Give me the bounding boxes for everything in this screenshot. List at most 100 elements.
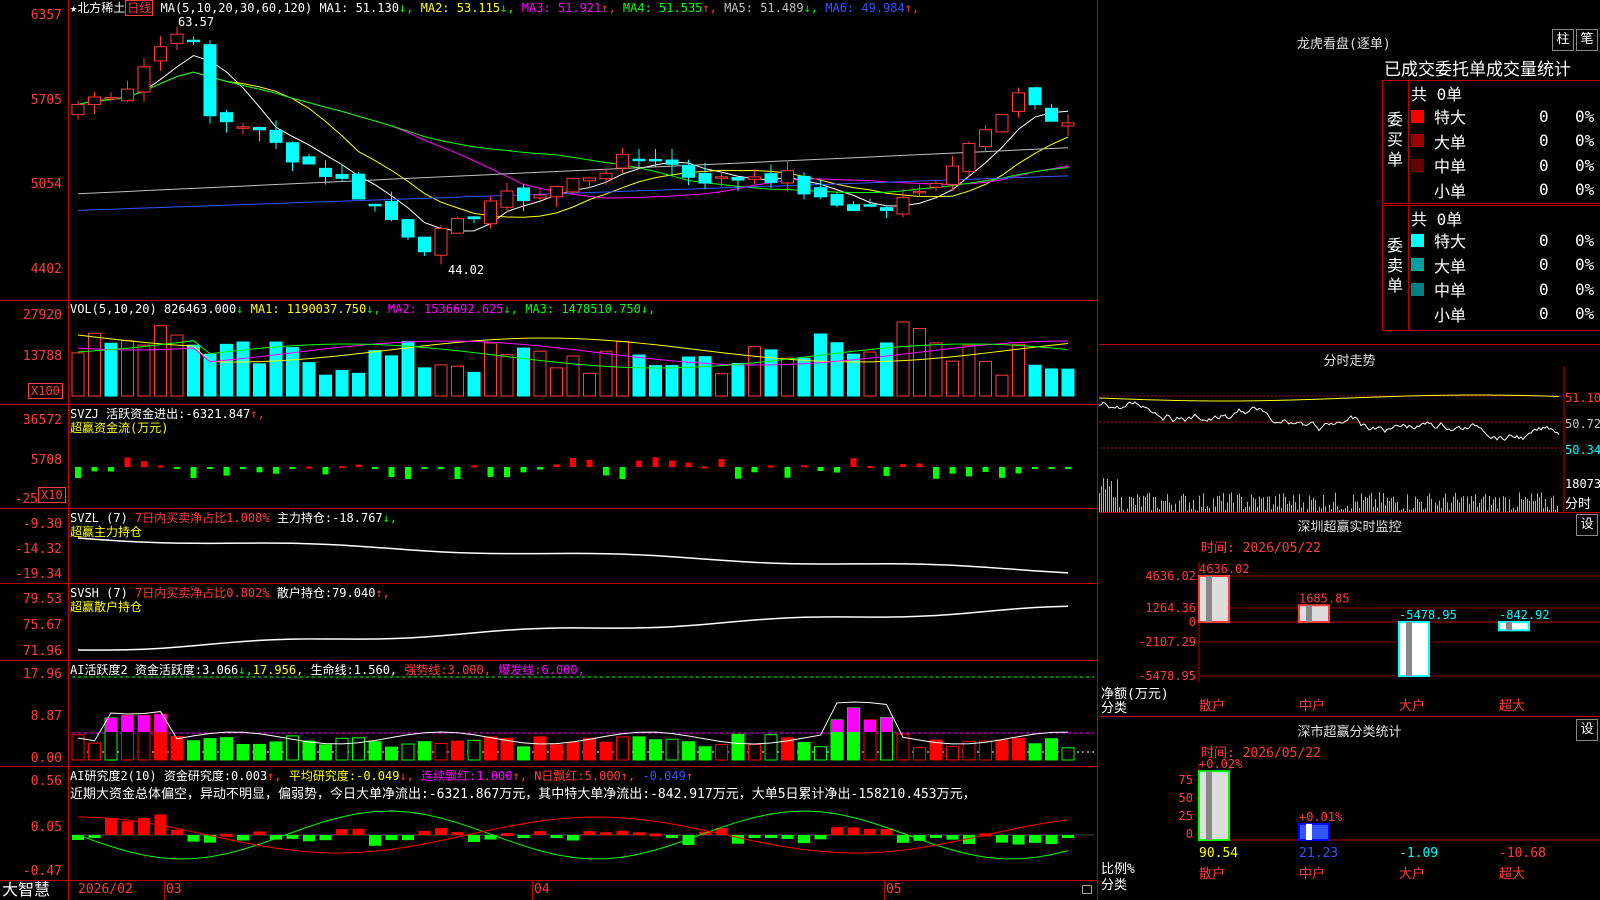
research-bar [666,835,678,838]
candle-body [451,217,464,234]
volume-bar [896,321,910,397]
candle-body [484,200,497,225]
chart-area[interactable]: ★北方稀土 日线 MA(5,10,20,30,60,120) MA1: 51.13… [0,0,1098,900]
period-label[interactable]: 日线 [125,0,154,16]
intraday-vol-bar [1473,501,1474,512]
candle-body [962,142,976,172]
flow-bar [405,467,411,480]
candle-body [104,96,118,100]
intraday-tab[interactable]: 分时 [1565,493,1591,512]
volume-bar [484,342,497,397]
intraday-vol-bar [1391,498,1392,512]
intraday-vol-bar [1367,497,1368,512]
candle-body [500,190,514,208]
classify-yaxis-label: 25 [1179,809,1193,823]
volume-bar [170,334,184,397]
kline-chart[interactable] [0,0,1098,880]
intraday-vol-bar [1283,493,1284,512]
intraday-yaxis-3: 50.34 [1565,443,1600,457]
intraday-vol-bar [1355,501,1356,512]
buy-order-name: 中单 [1434,157,1467,176]
volume-bar [946,360,959,397]
intraday-vol-bar [1551,498,1552,512]
intraday-vol-bar [1291,504,1292,512]
research-bar [501,833,513,837]
column-view-button[interactable]: 柱 [1552,29,1574,51]
intraday-chart[interactable] [1099,366,1600,512]
buy-order-name: 特大 [1434,108,1467,127]
candle-body [1028,87,1042,106]
research-bar [303,835,315,842]
volume-bar [1012,343,1025,397]
intraday-vol-bar [1239,493,1240,512]
intraday-vol-bar [1493,499,1494,512]
candle-body [434,228,448,256]
flow-bar [141,461,147,467]
lock-icon[interactable] [1082,885,1092,894]
sell-order-row: 特大 [1411,228,1466,252]
intraday-vol-bar [1475,494,1476,512]
intraday-vol-bar [1255,499,1256,512]
volume-bar [401,340,415,397]
flow-bar [702,466,708,469]
candle-body [368,203,382,207]
activity-bar [995,739,1009,761]
volume-bar [1028,364,1042,397]
buy-order-row: 大单 [1411,129,1466,153]
intraday-vol-bar [1393,496,1394,512]
volume-bar [434,364,448,397]
intraday-vol-bar [1431,498,1432,512]
ai1-item3: 生命线: [310,663,354,677]
classify-settings-button[interactable]: 设 [1576,719,1598,741]
volume-bar [814,333,827,397]
intraday-vol-bar [1537,493,1538,512]
tick-view-button[interactable]: 笔 [1576,29,1598,51]
svzl-value: -18.767 [332,511,383,525]
ai1-arrow: ↓, [238,663,253,677]
volume-bar [335,369,349,397]
candle-body [1061,122,1075,127]
ai2-header: AI研究度2(10) 资金研究度:0.003↑, 平均研究度:-0.049↓, … [70,769,694,783]
svzj-yaxis-1: 36572 [22,413,62,428]
candle-body [863,204,877,207]
research-bar [814,835,827,840]
intraday-vol-bar [1383,493,1384,512]
svzj-label: SVZJ [70,407,99,421]
activity-bar [1045,738,1058,761]
candle-body [632,158,646,162]
intraday-vol-bar [1353,494,1354,512]
intraday-vol-bar [1267,496,1268,512]
activity-bar [599,741,613,761]
activity-burst-bar [864,719,876,732]
time-label-may: 05 [886,882,902,897]
flow-bar [850,458,857,467]
intraday-vol-bar [1333,501,1334,512]
monitor-value-label: -842.92 [1499,608,1550,622]
candle-body [335,173,349,179]
flow-bar [1032,467,1038,469]
intraday-vol-bar [1419,502,1420,512]
intraday-vol-bar [1335,492,1336,512]
flow-bar [207,467,213,469]
flow-bar [240,467,246,469]
flow-bar [801,465,807,468]
classify-title: 深市超赢分类统计 [1297,725,1402,740]
flow-bar [718,458,725,467]
research-bar [435,828,447,835]
intraday-yaxis-1: 51.10 [1565,391,1600,405]
candle-body [269,129,283,143]
volume-bar [533,350,547,397]
intraday-vol-bar [1223,492,1224,512]
intraday-vol-bar [1361,493,1362,512]
research-bar [171,829,183,835]
svzj-unit: X10 [38,487,66,503]
volume-bar [187,344,200,397]
buy-order-row: 小单 [1411,178,1466,202]
vol-ma-2: MA2: 1536692.625 [380,302,504,316]
monitor-settings-button[interactable]: 设 [1576,514,1598,536]
svzl-yaxis-3: -19.34 [15,567,62,582]
intraday-vol-bar [1455,492,1456,512]
kline-ma-2: MA2: 53.115 [413,1,501,15]
flow-bar [735,467,741,479]
buy-order-count: 0 [1539,131,1549,150]
